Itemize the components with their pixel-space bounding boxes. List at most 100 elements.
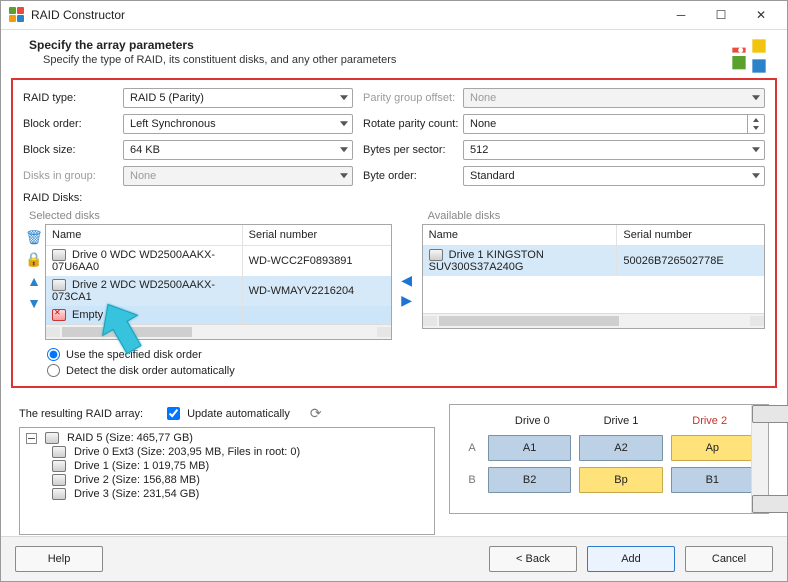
detect-order-radio[interactable]: Detect the disk order automatically bbox=[47, 364, 765, 377]
raid-icon bbox=[45, 432, 59, 444]
raid-type-label: RAID type: bbox=[23, 92, 123, 104]
h-scrollbar[interactable] bbox=[46, 324, 391, 339]
cancel-button[interactable]: Cancel bbox=[685, 546, 773, 572]
drive-icon bbox=[52, 460, 66, 472]
result-label: The resulting RAID array: bbox=[19, 408, 143, 420]
chevron-down-icon bbox=[340, 173, 348, 178]
drive-icon bbox=[52, 446, 66, 458]
empty-disk-icon bbox=[52, 309, 66, 321]
map-header: Drive 2 bbox=[665, 415, 754, 427]
minimize-button[interactable]: ─ bbox=[661, 1, 701, 29]
update-auto-checkbox[interactable]: Update automatically bbox=[163, 404, 290, 423]
map-cell: B1 bbox=[671, 467, 754, 493]
map-cell: A1 bbox=[488, 435, 571, 461]
chevron-down-icon bbox=[340, 147, 348, 152]
raid-disks-label: RAID Disks: bbox=[23, 192, 765, 204]
delete-disk-button[interactable]: 🗑 bbox=[25, 228, 43, 246]
window-title: RAID Constructor bbox=[31, 8, 125, 22]
transfer-buttons: ◀ ▶ bbox=[396, 210, 418, 340]
col-name[interactable]: Name bbox=[46, 225, 243, 245]
raid-map: Drive 0 Drive 1 Drive 2 A A1 A2 Ap B B2 … bbox=[449, 404, 769, 514]
bytes-per-sector-combo[interactable]: 512 bbox=[463, 140, 765, 160]
move-up-button[interactable]: ▲ bbox=[25, 272, 43, 290]
parameters-frame: RAID type: RAID 5 (Parity) Parity group … bbox=[11, 78, 777, 388]
wizard-footer: Help < Back Add Cancel bbox=[1, 536, 787, 581]
list-item[interactable]: Drive 0 WDC WD2500AAKX-07U6AA0 WD-WCC2F0… bbox=[46, 246, 391, 276]
tree-item[interactable]: Drive 2 (Size: 156,88 MB) bbox=[26, 473, 428, 487]
selected-disks-list[interactable]: Name Serial number Drive 0 WDC WD2500AAK… bbox=[45, 224, 392, 340]
block-order-combo[interactable]: Left Synchronous bbox=[123, 114, 353, 134]
block-order-label: Block order: bbox=[23, 118, 123, 130]
block-size-combo[interactable]: 64 KB bbox=[123, 140, 353, 160]
drive-icon bbox=[52, 279, 66, 291]
disk-order-radio-group: Use the specified disk order Detect the … bbox=[47, 348, 765, 377]
collapse-icon[interactable] bbox=[26, 433, 37, 444]
lock-disk-button[interactable]: 🔒 bbox=[25, 250, 43, 268]
disks-in-group-label: Disks in group: bbox=[23, 170, 123, 182]
map-row: B B2 Bp B1 bbox=[464, 467, 754, 493]
raid-type-combo[interactable]: RAID 5 (Parity) bbox=[123, 88, 353, 108]
drive-icon bbox=[52, 474, 66, 486]
parity-offset-combo: None bbox=[463, 88, 765, 108]
chevron-down-icon bbox=[752, 95, 760, 100]
chevron-down-icon bbox=[340, 95, 348, 100]
map-header: Drive 0 bbox=[488, 415, 577, 427]
block-size-label: Block size: bbox=[23, 144, 123, 156]
map-cell: Ap bbox=[671, 435, 754, 461]
tree-item[interactable]: Drive 1 (Size: 1 019,75 MB) bbox=[26, 459, 428, 473]
wizard-header: Specify the array parameters Specify the… bbox=[1, 30, 787, 76]
byte-order-label: Byte order: bbox=[363, 170, 463, 182]
map-header: Drive 1 bbox=[577, 415, 666, 427]
drive-icon bbox=[52, 249, 66, 261]
tree-item[interactable]: Drive 3 (Size: 231,54 GB) bbox=[26, 487, 428, 501]
refresh-icon[interactable]: ⟳ bbox=[310, 405, 322, 422]
v-scrollbar[interactable] bbox=[751, 405, 768, 513]
result-section: The resulting RAID array: Update automat… bbox=[1, 394, 787, 541]
help-button[interactable]: Help bbox=[15, 546, 103, 572]
result-tree[interactable]: RAID 5 (Size: 465,77 GB) Drive 0 Ext3 (S… bbox=[19, 427, 435, 535]
add-to-selected-button[interactable]: ◀ bbox=[398, 273, 416, 287]
close-button[interactable]: ✕ bbox=[741, 1, 781, 29]
app-window: RAID Constructor ─ ☐ ✕ Specify the array… bbox=[0, 0, 788, 582]
available-disks-list[interactable]: Name Serial number Drive 1 KINGSTON SUV3… bbox=[422, 224, 765, 329]
puzzle-icon bbox=[729, 36, 769, 79]
bytes-per-sector-label: Bytes per sector: bbox=[363, 144, 463, 156]
map-cell: B2 bbox=[488, 467, 571, 493]
chevron-down-icon bbox=[752, 173, 760, 178]
page-title: Specify the array parameters bbox=[29, 38, 771, 52]
spinner-icon[interactable] bbox=[747, 115, 764, 133]
maximize-button[interactable]: ☐ bbox=[701, 1, 741, 29]
back-button[interactable]: < Back bbox=[489, 546, 577, 572]
byte-order-combo[interactable]: Standard bbox=[463, 166, 765, 186]
selected-disks-label: Selected disks bbox=[29, 210, 392, 222]
list-item[interactable]: Empty disk bbox=[46, 306, 391, 324]
disks-in-group-combo: None bbox=[123, 166, 353, 186]
drive-icon bbox=[429, 249, 443, 261]
chevron-down-icon bbox=[752, 147, 760, 152]
drive-icon bbox=[52, 488, 66, 500]
rotate-parity-label: Rotate parity count: bbox=[363, 118, 463, 130]
available-disks-label: Available disks bbox=[428, 210, 765, 222]
tree-item[interactable]: Drive 0 Ext3 (Size: 203,95 MB, Files in … bbox=[26, 445, 428, 459]
move-down-button[interactable]: ▼ bbox=[25, 294, 43, 312]
col-serial[interactable]: Serial number bbox=[617, 225, 764, 245]
list-item[interactable]: Drive 1 KINGSTON SUV300S37A240G 50026B72… bbox=[423, 246, 764, 276]
title-bar: RAID Constructor ─ ☐ ✕ bbox=[1, 1, 787, 30]
col-serial[interactable]: Serial number bbox=[243, 225, 391, 245]
page-description: Specify the type of RAID, its constituen… bbox=[29, 54, 771, 66]
list-item[interactable]: Drive 2 WDC WD2500AAKX-073CA1 WD-WMAYV22… bbox=[46, 276, 391, 306]
tree-item[interactable]: RAID 5 (Size: 465,77 GB) bbox=[26, 431, 428, 445]
map-row: A A1 A2 Ap bbox=[464, 435, 754, 461]
remove-from-selected-button[interactable]: ▶ bbox=[398, 293, 416, 307]
add-button[interactable]: Add bbox=[587, 546, 675, 572]
col-name[interactable]: Name bbox=[423, 225, 618, 245]
parity-offset-label: Parity group offset: bbox=[363, 92, 463, 104]
rotate-parity-spin[interactable]: None bbox=[463, 114, 765, 134]
raid-disks-area: Selected disks 🗑 🔒 ▲ ▼ Name Serial numbe… bbox=[23, 210, 765, 340]
selected-disks-toolbar: 🗑 🔒 ▲ ▼ bbox=[23, 224, 45, 340]
h-scrollbar[interactable] bbox=[423, 313, 764, 328]
app-icon bbox=[9, 7, 25, 23]
chevron-down-icon bbox=[340, 121, 348, 126]
map-cell: Bp bbox=[579, 467, 662, 493]
use-specified-order-radio[interactable]: Use the specified disk order bbox=[47, 348, 765, 361]
